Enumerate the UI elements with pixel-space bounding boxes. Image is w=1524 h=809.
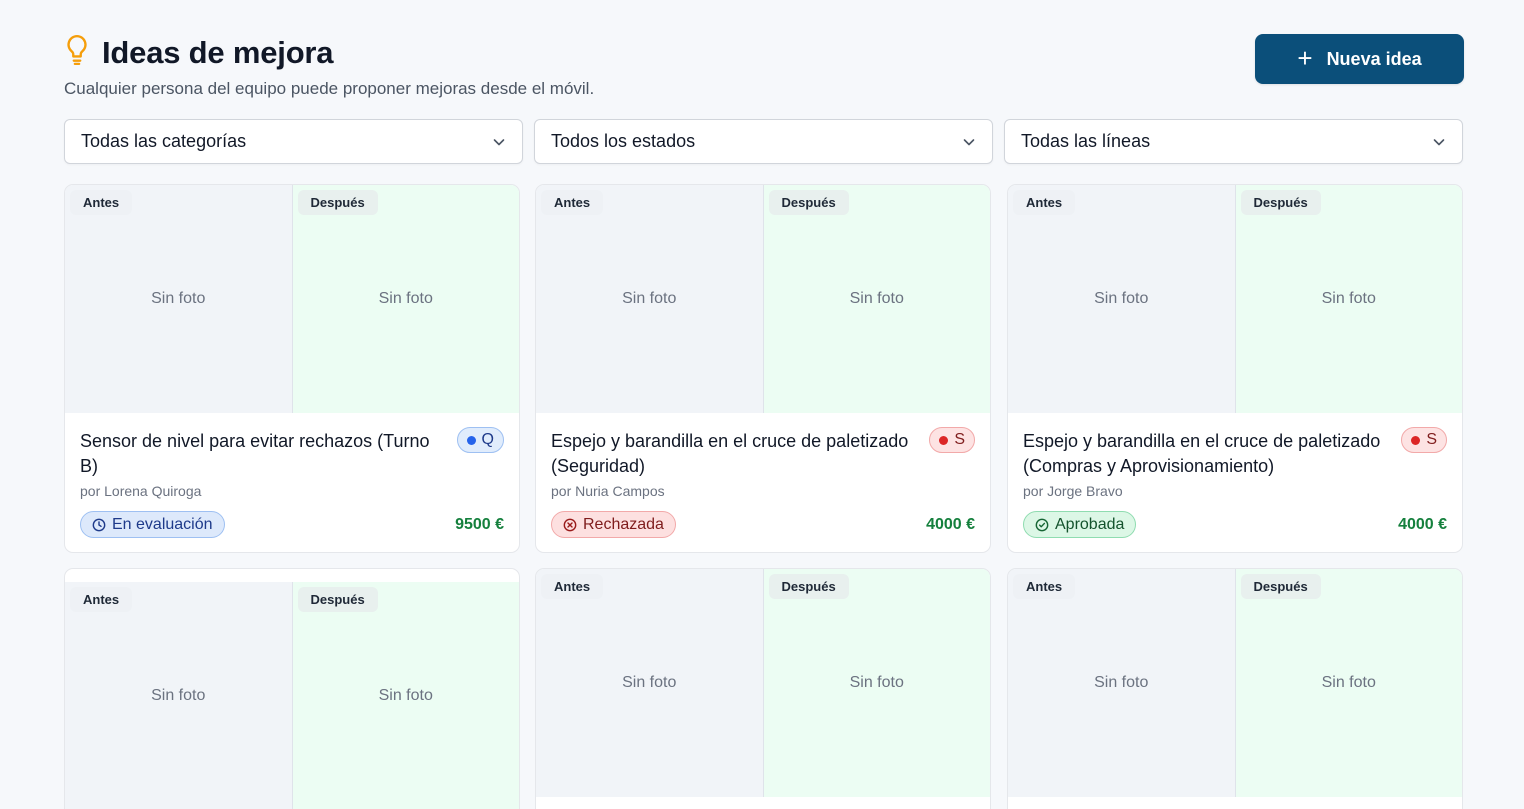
before-photo[interactable]: Antes Sin foto	[536, 185, 764, 413]
status-badge: En evaluación	[80, 511, 225, 538]
after-photo[interactable]: Después Sin foto	[763, 185, 990, 413]
idea-card[interactable]: Antes Sin foto Después Sin foto Espejo y…	[1007, 184, 1463, 553]
status-filter[interactable]: Todos los estados	[534, 119, 993, 164]
status-label: Aprobada	[1055, 515, 1125, 533]
before-photo[interactable]: Antes Sin foto	[536, 569, 764, 797]
category-badge: S	[929, 427, 975, 453]
no-photo-label: Sin foto	[151, 290, 206, 307]
before-tag: Antes	[541, 190, 604, 215]
after-tag: Después	[297, 587, 378, 612]
category-badge: S	[1401, 427, 1447, 453]
status-label: En evaluación	[112, 515, 213, 533]
no-photo-label: Sin foto	[151, 687, 206, 704]
check-circle-icon	[1035, 518, 1049, 531]
page: Ideas de mejora Cualquier persona del eq…	[0, 0, 1524, 809]
after-photo[interactable]: Después Sin foto	[763, 569, 990, 797]
no-photo-label: Sin foto	[849, 674, 904, 691]
idea-amount: 9500 €	[455, 515, 504, 533]
after-tag: Después	[768, 190, 849, 215]
idea-author: por Jorge Bravo	[1023, 483, 1123, 499]
idea-card[interactable]: Antes Sin foto Después Sin foto	[1007, 568, 1463, 809]
before-tag: Antes	[70, 190, 133, 215]
before-tag: Antes	[1013, 190, 1076, 215]
x-circle-icon	[563, 518, 577, 531]
page-title: Ideas de mejora	[102, 34, 334, 70]
idea-card[interactable]: Antes Sin foto Después Sin foto	[64, 568, 520, 809]
status-badge: Rechazada	[551, 511, 676, 538]
category-code: Q	[481, 431, 494, 448]
no-photo-label: Sin foto	[622, 674, 677, 691]
category-filter-value: Todas las categorías	[81, 131, 247, 151]
after-photo[interactable]: Después Sin foto	[1235, 569, 1462, 797]
filters-bar: Todas las categorías Todos los estados T…	[64, 119, 1464, 164]
title-row: Ideas de mejora	[64, 34, 1464, 71]
before-tag: Antes	[541, 574, 604, 599]
status-filter-value: Todos los estados	[551, 131, 696, 151]
photo-comparison: Antes Sin foto Después Sin foto	[1008, 569, 1462, 797]
category-code: S	[1426, 431, 1437, 448]
photo-comparison: Antes Sin foto Después Sin foto	[536, 185, 990, 413]
category-badge: Q	[456, 427, 504, 453]
lightbulb-icon	[64, 34, 90, 71]
category-dot	[1411, 435, 1421, 445]
after-tag: Después	[297, 190, 378, 215]
category-code: S	[954, 431, 965, 448]
photo-comparison: Antes Sin foto Después Sin foto	[65, 582, 519, 809]
idea-amount: 4000 €	[926, 515, 975, 533]
before-photo[interactable]: Antes Sin foto	[1008, 185, 1236, 413]
before-tag: Antes	[1013, 574, 1076, 599]
idea-card[interactable]: Antes Sin foto Después Sin foto	[535, 568, 991, 809]
clock-icon	[92, 518, 106, 531]
no-photo-label: Sin foto	[1094, 674, 1149, 691]
new-idea-label: Nueva idea	[1326, 48, 1422, 69]
card-body: Sensor de nivel para evitar rechazos (Tu…	[65, 413, 519, 552]
after-tag: Después	[768, 574, 849, 599]
status-label: Rechazada	[583, 515, 664, 533]
before-photo[interactable]: Antes Sin foto	[65, 582, 293, 809]
idea-title[interactable]: Espejo y barandilla en el cruce de palet…	[1023, 429, 1391, 479]
idea-card[interactable]: Antes Sin foto Después Sin foto Sensor d…	[64, 184, 520, 553]
no-photo-label: Sin foto	[849, 290, 904, 307]
page-subtitle: Cualquier persona del equipo puede propo…	[64, 79, 595, 98]
no-photo-label: Sin foto	[378, 290, 433, 307]
idea-author: por Lorena Quiroga	[80, 483, 202, 499]
idea-title[interactable]: Sensor de nivel para evitar rechazos (Tu…	[80, 429, 447, 479]
card-body: Espejo y barandilla en el cruce de palet…	[536, 413, 990, 552]
after-photo[interactable]: Después Sin foto	[292, 185, 519, 413]
after-photo[interactable]: Después Sin foto	[1235, 185, 1462, 413]
no-photo-label: Sin foto	[622, 290, 677, 307]
new-idea-button[interactable]: + Nueva idea	[1255, 34, 1464, 84]
after-tag: Después	[1240, 574, 1321, 599]
status-badge: Aprobada	[1023, 511, 1137, 538]
photo-comparison: Antes Sin foto Después Sin foto	[536, 569, 990, 797]
idea-title[interactable]: Espejo y barandilla en el cruce de palet…	[551, 429, 919, 479]
category-filter[interactable]: Todas las categorías	[64, 119, 523, 164]
before-tag: Antes	[70, 587, 133, 612]
no-photo-label: Sin foto	[1094, 290, 1149, 307]
chevron-down-icon	[493, 138, 505, 145]
after-tag: Después	[1240, 190, 1321, 215]
card-body: Espejo y barandilla en el cruce de palet…	[1008, 413, 1462, 552]
no-photo-label: Sin foto	[378, 687, 433, 704]
before-photo[interactable]: Antes Sin foto	[1008, 569, 1236, 797]
idea-card[interactable]: Antes Sin foto Después Sin foto Espejo y…	[535, 184, 991, 553]
photo-comparison: Antes Sin foto Después Sin foto	[1008, 185, 1462, 413]
after-photo[interactable]: Después Sin foto	[292, 582, 519, 809]
chevron-down-icon	[1433, 138, 1445, 145]
chevron-down-icon	[963, 138, 975, 145]
category-dot	[939, 435, 949, 445]
category-dot	[466, 435, 476, 445]
line-filter[interactable]: Todas las líneas	[1004, 119, 1463, 164]
no-photo-label: Sin foto	[1321, 674, 1376, 691]
idea-author: por Nuria Campos	[551, 483, 665, 499]
plus-icon: +	[1297, 43, 1313, 73]
before-photo[interactable]: Antes Sin foto	[65, 185, 293, 413]
no-photo-label: Sin foto	[1321, 290, 1376, 307]
line-filter-value: Todas las líneas	[1021, 131, 1151, 151]
page-header: Ideas de mejora Cualquier persona del eq…	[64, 34, 1464, 104]
photo-comparison: Antes Sin foto Después Sin foto	[65, 185, 519, 413]
idea-amount: 4000 €	[1398, 515, 1447, 533]
